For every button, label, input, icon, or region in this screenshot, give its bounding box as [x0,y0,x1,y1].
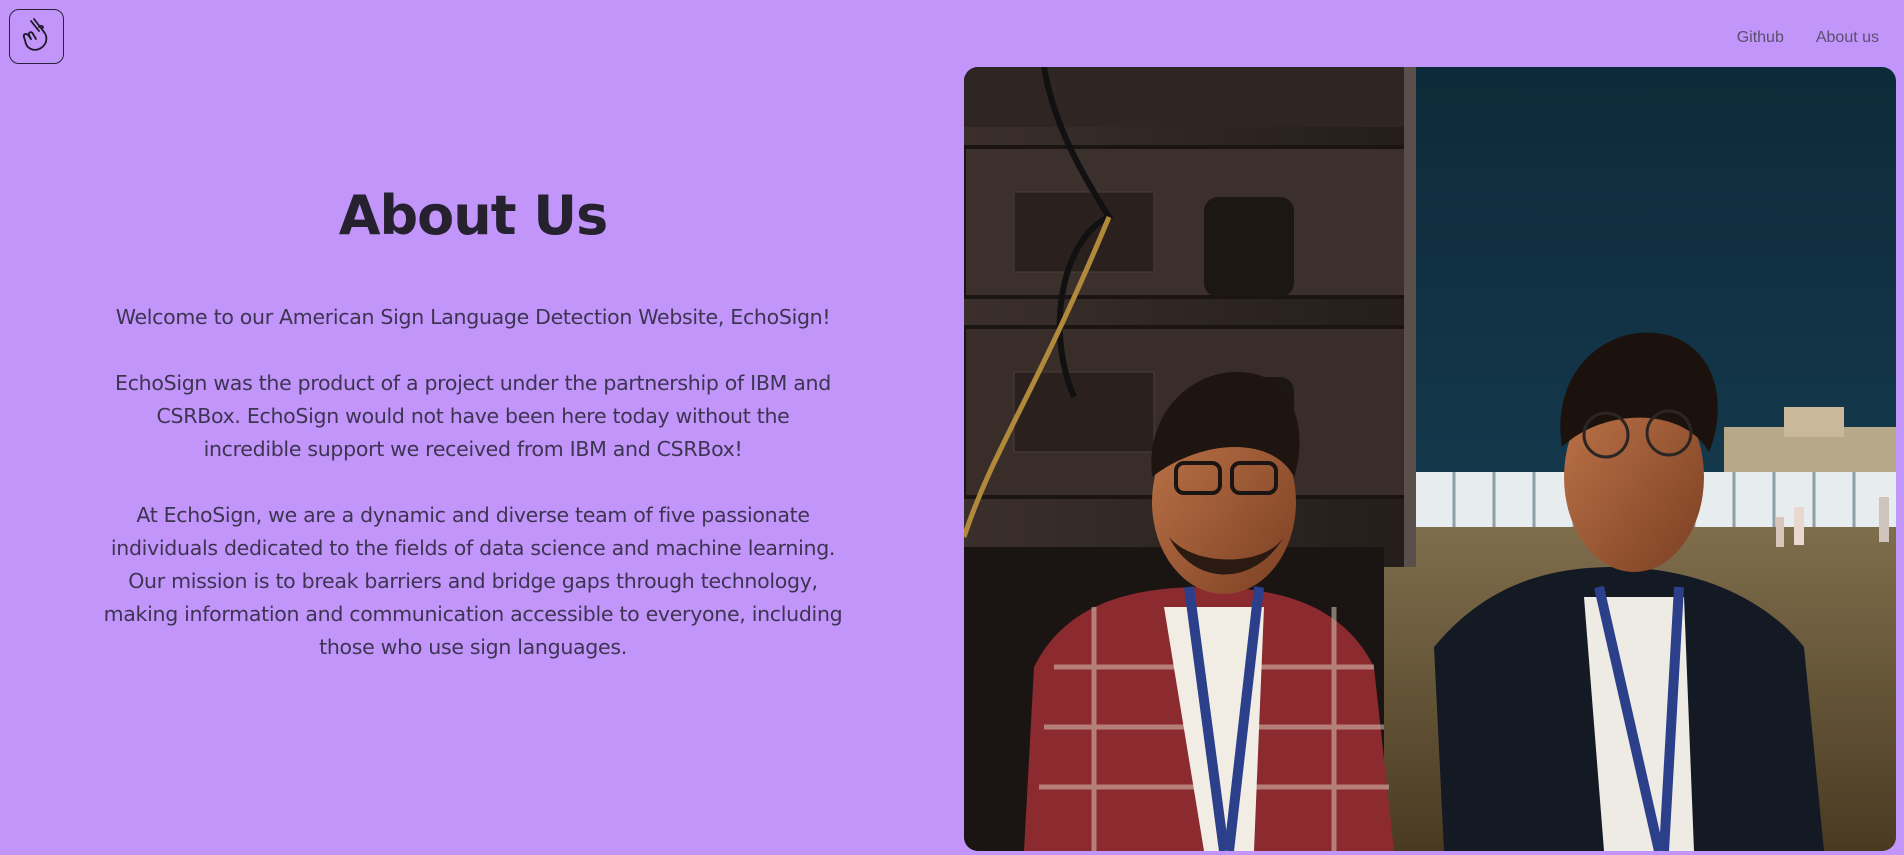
top-nav: Github About us [1737,29,1879,47]
welcome-paragraph: Welcome to our American Sign Language De… [115,305,831,329]
mission-paragraph: At EchoSign, we are a dynamic and divers… [103,503,843,659]
nav-github-link[interactable]: Github [1737,29,1784,47]
partnership-paragraph: EchoSign was the product of a project un… [115,371,831,461]
team-photo [964,67,1896,851]
nav-about-link[interactable]: About us [1816,29,1879,47]
page-title: About Us [338,184,609,247]
about-section: About Us Welcome to our American Sign La… [0,0,946,855]
